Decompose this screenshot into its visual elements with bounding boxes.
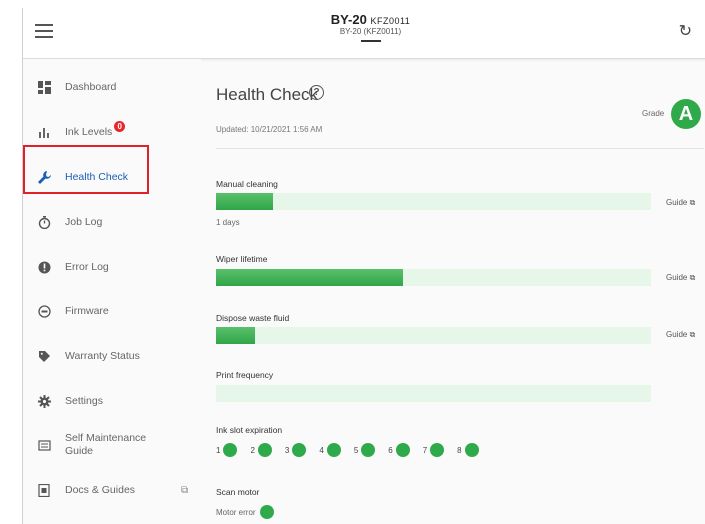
ink-slot-row: 1 2 3 4 5 6 7 8 (216, 443, 492, 457)
guide-label: Guide (666, 273, 688, 282)
bar-chart-icon (36, 124, 52, 140)
external-link-icon: ⧉ (181, 484, 189, 496)
sidebar-item-warranty-status[interactable]: Warranty Status (23, 336, 193, 376)
device-title: BY-20 KFZ0011 BY-20 (KFZ0011) (308, 12, 433, 42)
scan-motor-row: Motor error (216, 505, 274, 519)
ink-slot-number: 1 (216, 445, 221, 455)
dispose-waste-fluid-bar (216, 327, 651, 344)
sidebar-item-settings[interactable]: Settings (23, 381, 193, 421)
sidebar-item-label: Error Log (65, 260, 109, 273)
firmware-icon (36, 303, 52, 319)
ink-slot-5: 5 (353, 443, 376, 457)
guide-label: Guide (666, 198, 688, 207)
device-serial: KFZ0011 (370, 16, 411, 26)
print-frequency-bar (216, 385, 651, 402)
scan-motor-label: Scan motor (216, 487, 260, 497)
grade-label: Grade (642, 109, 665, 118)
dispose-waste-fluid-fill (216, 327, 256, 344)
manual-cleaning-days: 1 days (216, 218, 240, 227)
sidebar-item-job-log[interactable]: Job Log (23, 202, 193, 242)
main-content: Health Check ? Updated: 10/21/2021 1:56 … (201, 59, 705, 524)
sidebar-item-label: Dashboard (65, 80, 117, 93)
ink-slot-1: 1 (216, 443, 238, 457)
sidebar-item-self-maintenance-guide[interactable]: Self Maintenance Guide (23, 425, 193, 465)
print-frequency-label: Print frequency (216, 370, 274, 380)
grade-badge: A (671, 99, 701, 129)
manual-cleaning-label: Manual cleaning (216, 179, 278, 189)
ink-levels-badge: 0 (114, 120, 126, 132)
device-subtitle: BY-20 (KFZ0011) (339, 27, 402, 36)
status-dot (361, 443, 376, 457)
sidebar-item-error-log[interactable]: Error Log (23, 247, 193, 287)
status-dot (395, 443, 410, 457)
manual-cleaning-guide-link[interactable]: Guide ⧉ (666, 198, 695, 208)
ink-slot-number: 4 (319, 445, 324, 455)
ink-slot-6: 6 (388, 443, 410, 457)
alert-icon (36, 259, 52, 275)
ink-slot-number: 5 (353, 445, 359, 455)
ink-slot-number: 8 (457, 445, 462, 455)
stopwatch-icon (36, 214, 52, 230)
menu-icon[interactable] (35, 24, 53, 38)
page-title: Health Check (216, 85, 319, 104)
sidebar: Dashboard Ink Levels 0 Health Check Job … (23, 59, 201, 524)
sidebar-item-label: Settings (65, 394, 103, 407)
top-bar: BY-20 KFZ0011 BY-20 (KFZ0011) ↻ (23, 8, 705, 59)
highlight-box (23, 145, 149, 194)
ink-slot-number: 6 (388, 445, 393, 455)
sidebar-item-firmware[interactable]: Firmware (23, 291, 193, 331)
external-link-icon: ⧉ (689, 198, 696, 207)
wiper-lifetime-guide-link[interactable]: Guide ⧉ (666, 273, 695, 283)
manual-cleaning-bar (216, 193, 651, 210)
divider (216, 148, 704, 149)
manual-cleaning-fill (216, 193, 273, 210)
manual-icon (36, 437, 52, 453)
updated-timestamp: Updated: 10/21/2021 1:56 AM (216, 125, 323, 134)
ink-slot-number: 7 (422, 445, 428, 455)
sidebar-item-label-line2: Guide (65, 445, 94, 457)
title-underline (360, 40, 381, 42)
ink-slot-8: 8 (457, 443, 479, 457)
help-icon[interactable]: ? (309, 85, 324, 100)
ink-slot-expiration-label: Ink slot expiration (216, 425, 283, 435)
sidebar-item-label: Docs & Guides (65, 483, 136, 496)
tag-icon (36, 348, 52, 364)
sidebar-item-label: Firmware (65, 304, 109, 317)
document-icon (36, 482, 52, 498)
status-dot (326, 443, 341, 457)
ink-slot-number: 2 (250, 445, 255, 455)
sidebar-item-label: Ink Levels (65, 125, 113, 138)
ink-slot-number: 3 (284, 445, 290, 455)
refresh-icon[interactable]: ↻ (679, 21, 692, 41)
sidebar-item-label: Self Maintenance (65, 432, 147, 444)
dashboard-icon (36, 79, 52, 95)
ink-slot-2: 2 (250, 443, 272, 457)
sidebar-item-dashboard[interactable]: Dashboard (23, 67, 193, 107)
wiper-lifetime-bar (216, 269, 651, 286)
status-dot (430, 443, 445, 457)
status-dot (257, 443, 272, 457)
status-dot (223, 443, 238, 457)
wiper-lifetime-fill (216, 269, 404, 286)
external-link-icon: ⧉ (689, 330, 696, 339)
dispose-waste-fluid-label: Dispose waste fluid (216, 313, 290, 323)
status-dot (464, 443, 479, 457)
app-window: BY-20 KFZ0011 BY-20 (KFZ0011) ↻ Dashboar… (22, 8, 705, 524)
ink-slot-3: 3 (284, 443, 307, 457)
ink-slot-4: 4 (319, 443, 341, 457)
guide-label: Guide (666, 330, 688, 339)
sidebar-item-docs-guides[interactable]: Docs & Guides ⧉ (23, 470, 193, 510)
sidebar-item-label: Warranty Status (65, 349, 140, 362)
gear-icon (36, 393, 52, 409)
status-dot (259, 505, 274, 519)
device-model: BY-20 (330, 12, 367, 27)
status-dot (292, 443, 307, 457)
scan-motor-status: Motor error (216, 507, 256, 517)
ink-slot-7: 7 (422, 443, 445, 457)
wiper-lifetime-label: Wiper lifetime (216, 254, 268, 264)
sidebar-item-label: Job Log (65, 215, 103, 228)
external-link-icon: ⧉ (689, 273, 696, 282)
dispose-waste-fluid-guide-link[interactable]: Guide ⧉ (666, 330, 695, 340)
